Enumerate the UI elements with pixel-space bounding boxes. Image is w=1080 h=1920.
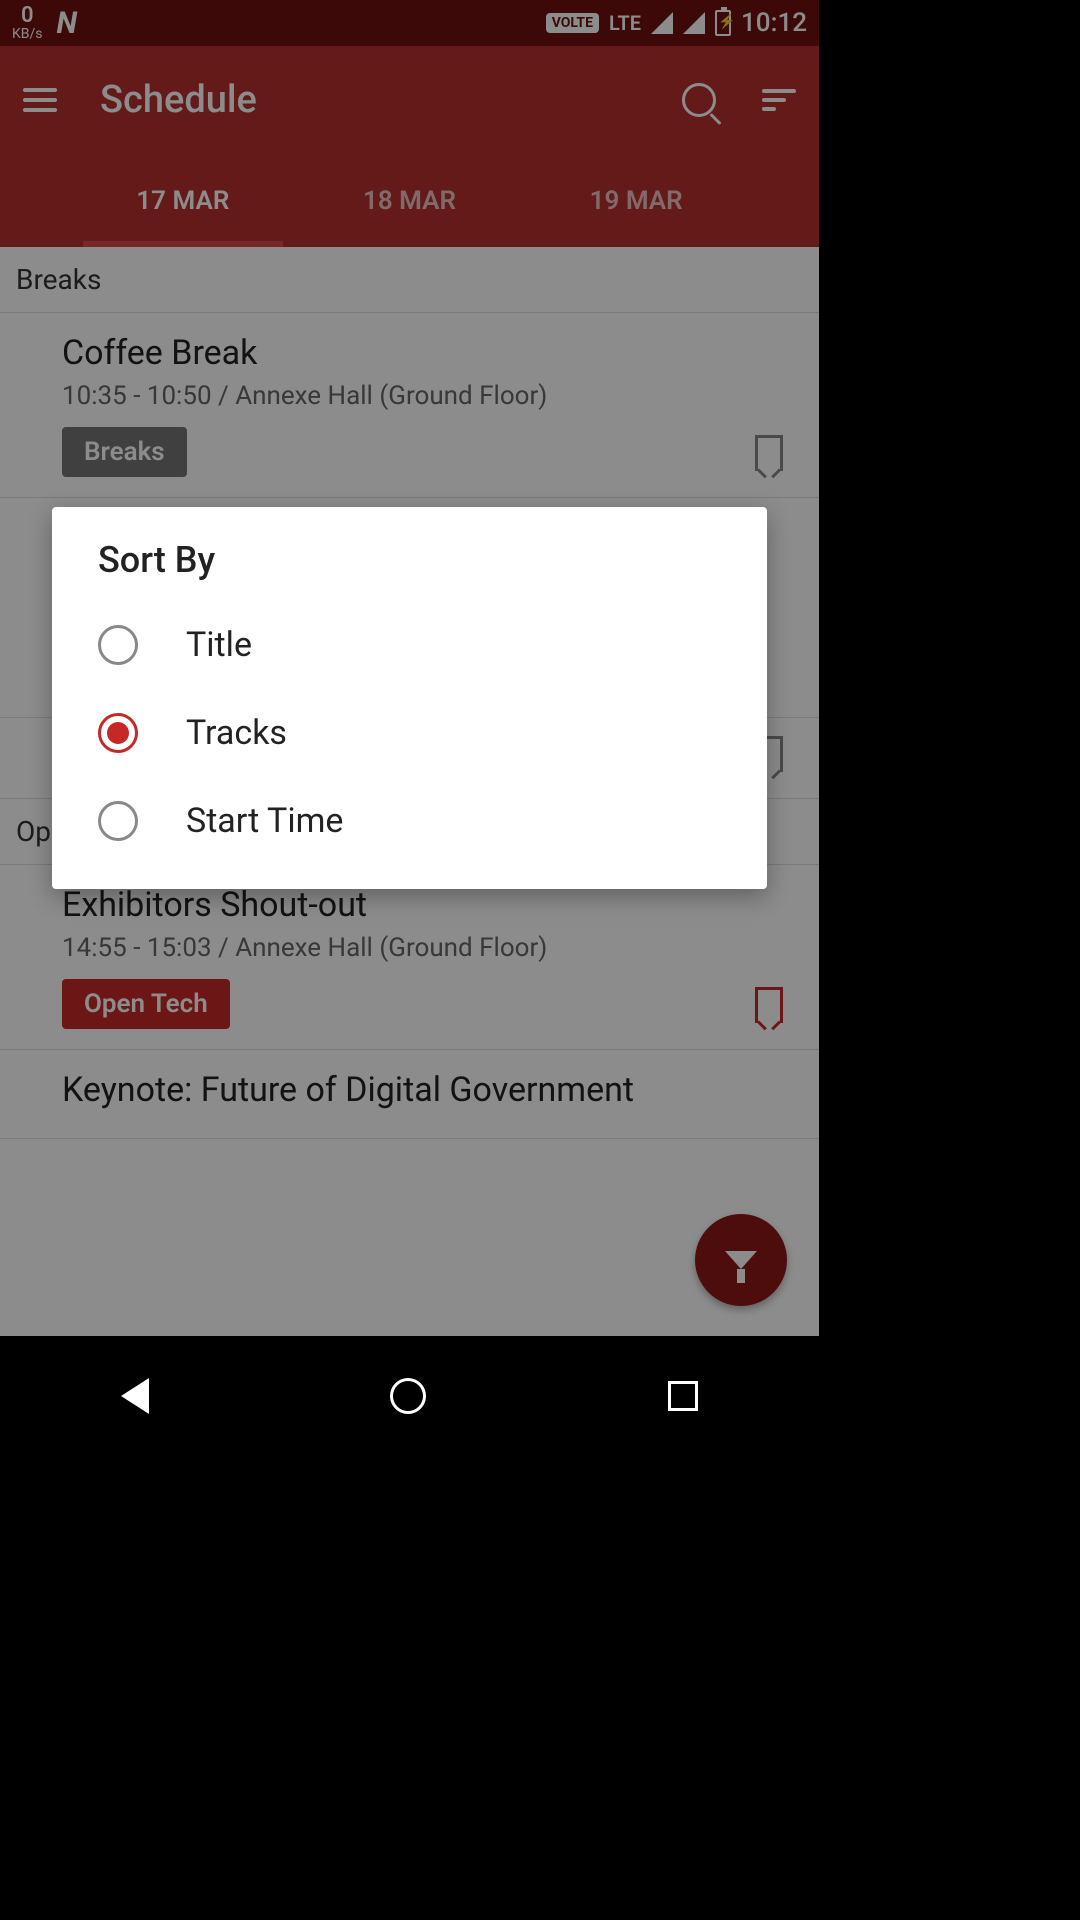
back-icon bbox=[121, 1378, 149, 1414]
radio-icon bbox=[98, 625, 138, 665]
dialog-title: Sort By bbox=[52, 539, 767, 601]
radio-label: Start Time bbox=[186, 801, 343, 841]
sort-option-start-time[interactable]: Start Time bbox=[52, 777, 767, 865]
recent-icon bbox=[668, 1381, 698, 1411]
radio-label: Title bbox=[186, 625, 252, 665]
home-icon bbox=[390, 1378, 426, 1414]
radio-label: Tracks bbox=[186, 713, 287, 753]
system-nav-bar bbox=[0, 1336, 819, 1456]
sort-by-dialog: Sort By Title Tracks Start Time bbox=[52, 507, 767, 889]
radio-icon bbox=[98, 801, 138, 841]
sort-option-tracks[interactable]: Tracks bbox=[52, 689, 767, 777]
nav-recent-button[interactable] bbox=[668, 1381, 698, 1411]
sort-option-title[interactable]: Title bbox=[52, 601, 767, 689]
nav-back-button[interactable] bbox=[121, 1378, 149, 1414]
nav-home-button[interactable] bbox=[390, 1378, 426, 1414]
radio-icon-selected bbox=[98, 713, 138, 753]
